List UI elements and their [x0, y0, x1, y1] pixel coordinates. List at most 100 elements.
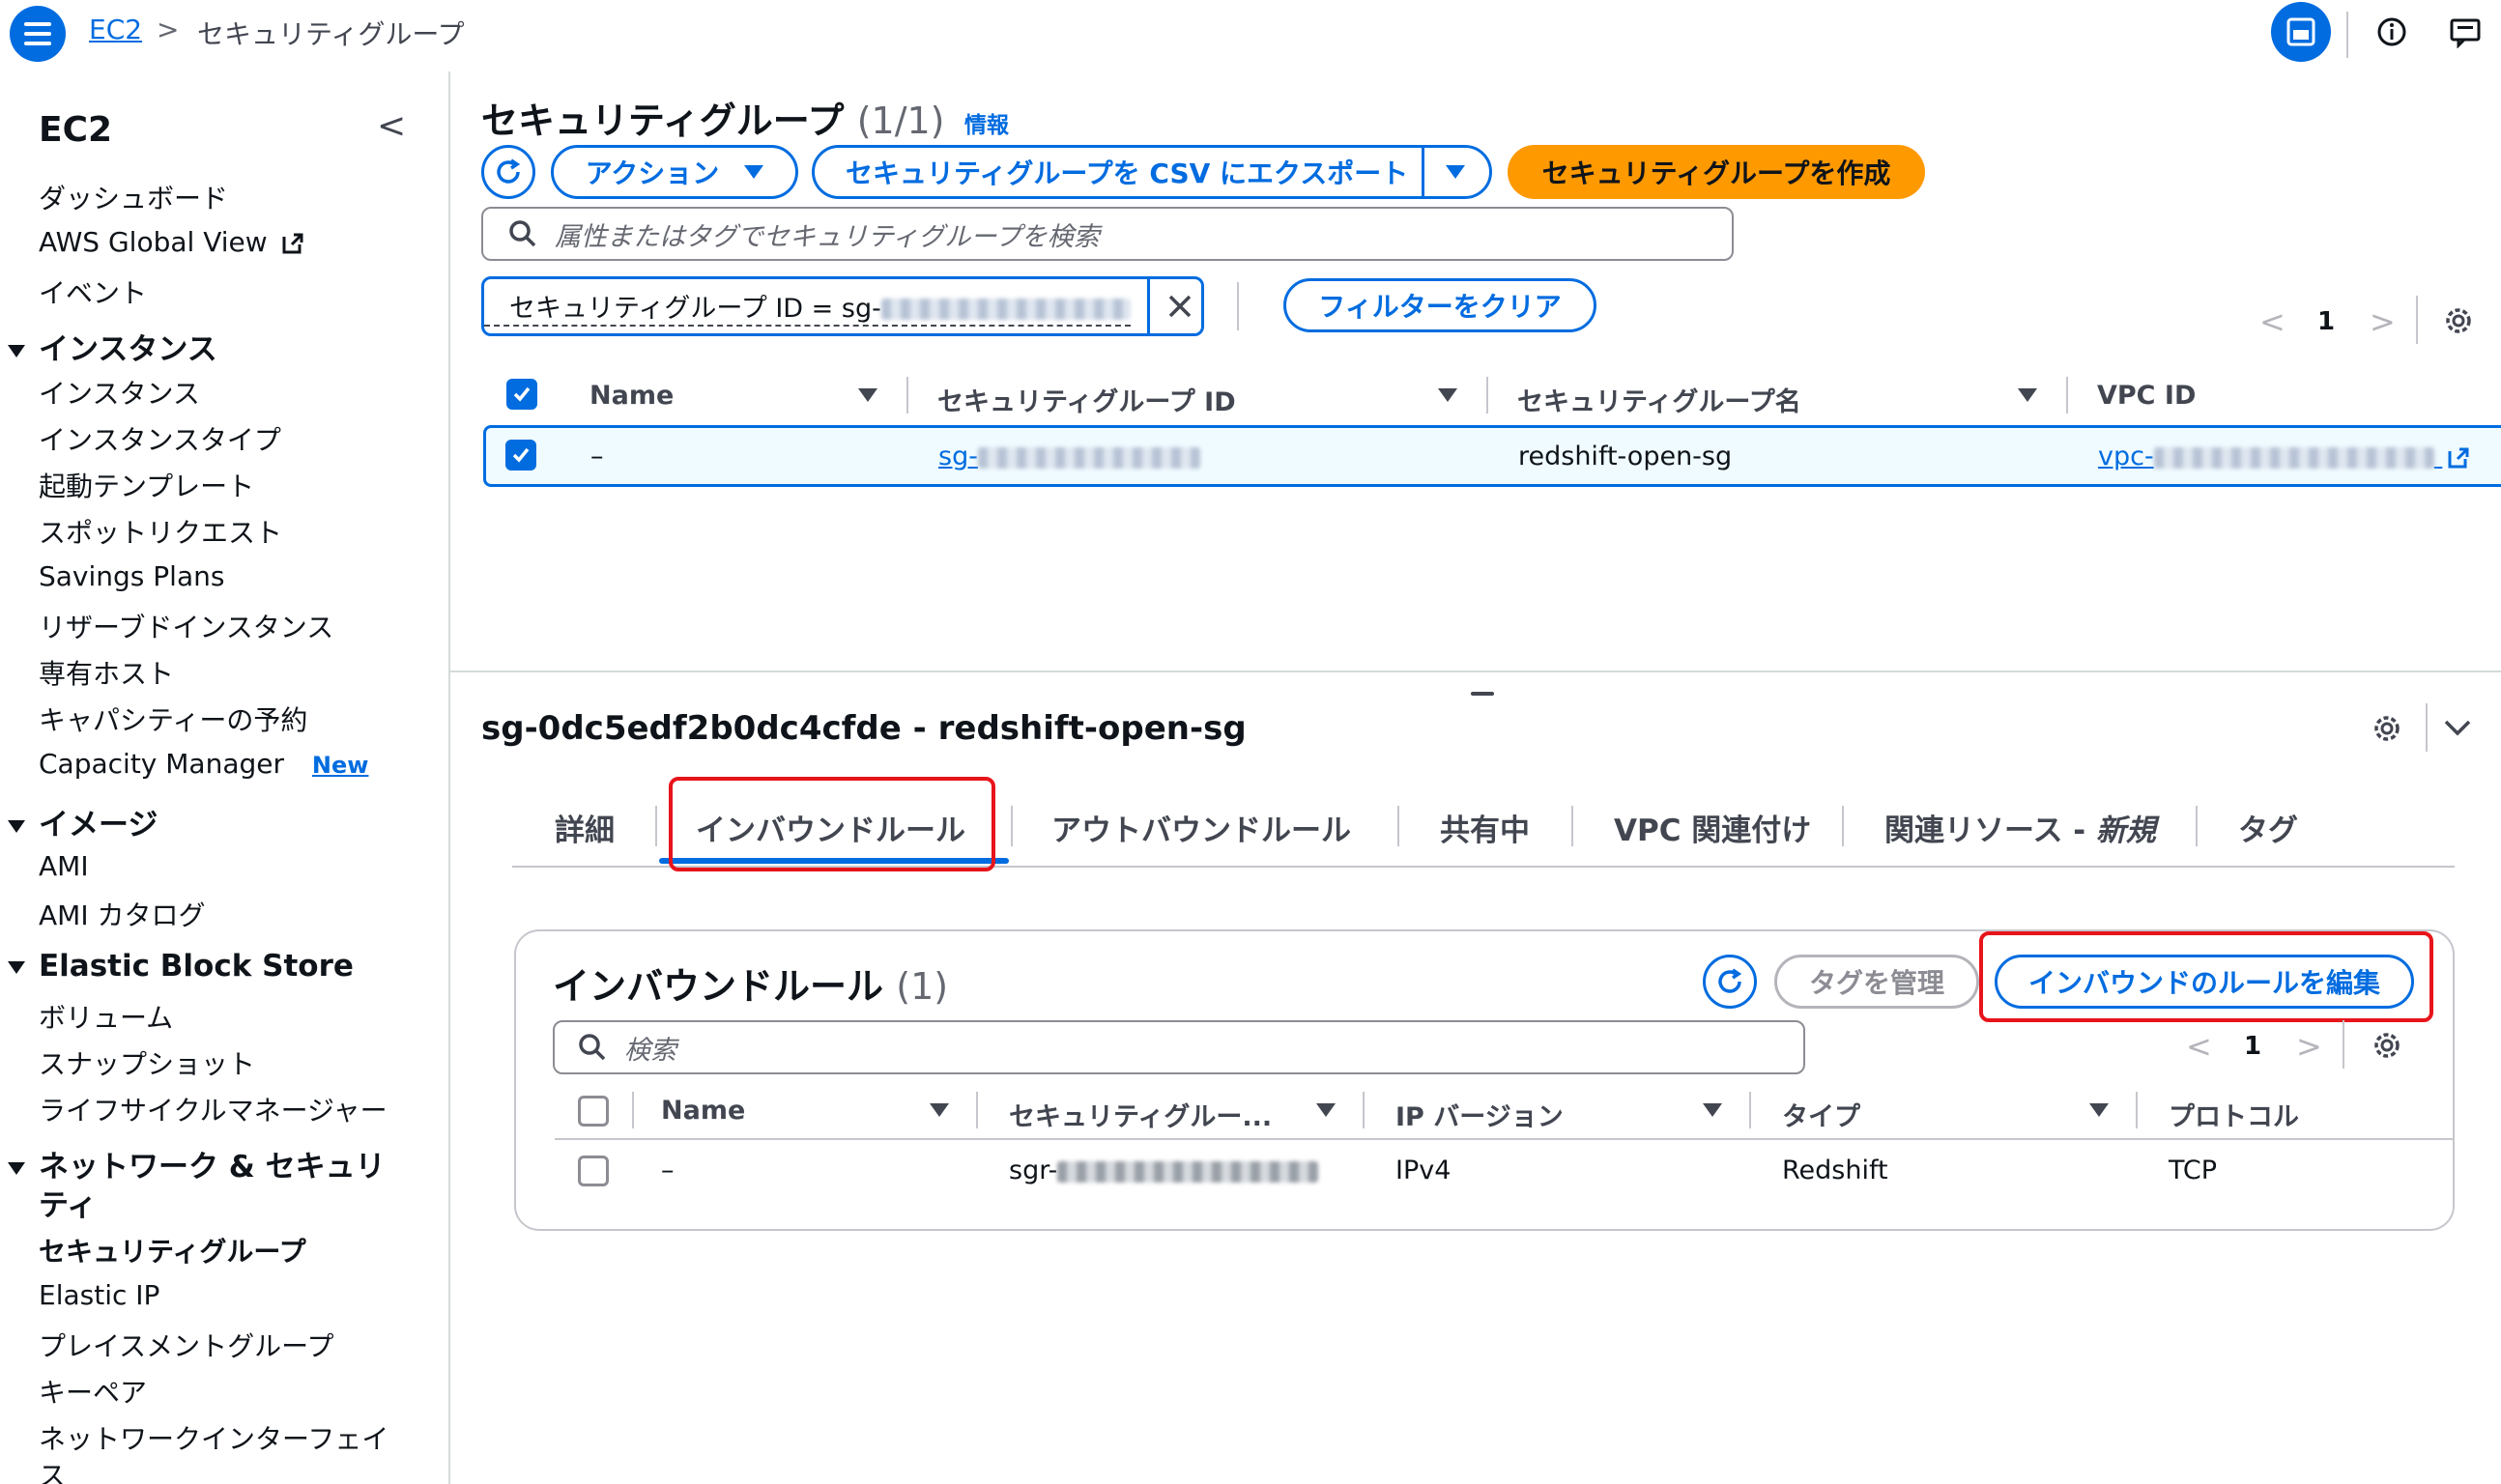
settings-gear-icon[interactable]	[2441, 303, 2476, 338]
remove-filter-icon[interactable]	[1164, 291, 1195, 322]
sidebar-section-images[interactable]: イメージ	[8, 800, 158, 843]
column-header-sg-name[interactable]: セキュリティグループ名	[1517, 381, 1801, 418]
breadcrumb-ec2[interactable]: EC2	[89, 14, 142, 45]
detail-title: sg-0dc5edf2b0dc4cfde - redshift-open-sg	[481, 709, 1247, 748]
tab-details[interactable]: 詳細	[555, 806, 615, 849]
split-panel-icon[interactable]	[2271, 2, 2331, 62]
actions-button[interactable]: アクション	[551, 145, 798, 199]
sort-caret-icon[interactable]	[858, 388, 877, 402]
row-checkbox[interactable]	[578, 1156, 609, 1186]
sidebar-item-elastic-ip[interactable]: Elastic IP	[39, 1279, 159, 1311]
column-header-rule-id[interactable]: セキュリティグルー...	[1009, 1096, 1272, 1133]
row-checkbox[interactable]	[505, 440, 536, 471]
column-divider[interactable]	[2136, 1092, 2138, 1128]
sidebar-item-ami-catalog[interactable]: AMI カタログ	[39, 895, 205, 933]
row-vpc-link[interactable]: vpc-	[2098, 442, 2471, 471]
sidebar-section-ebs[interactable]: Elastic Block Store	[8, 949, 354, 984]
column-divider[interactable]	[1363, 1092, 1365, 1128]
external-link-icon	[282, 233, 303, 254]
sidebar-item-instances[interactable]: インスタンス	[39, 373, 200, 412]
column-header-vpc-id[interactable]: VPC ID	[2097, 381, 2196, 411]
sidebar-item-volumes[interactable]: ボリューム	[39, 997, 173, 1036]
table-row[interactable]: – sg- redshift-open-sg vpc-	[483, 425, 2501, 487]
sidebar-item-spot-requests[interactable]: スポットリクエスト	[39, 512, 282, 551]
sidebar-item-reserved-instances[interactable]: リザーブドインスタンス	[39, 607, 333, 645]
tab-outbound-rules[interactable]: アウトバウンドルール	[1051, 806, 1351, 849]
chevron-down-icon[interactable]	[2441, 715, 2474, 740]
sort-caret-icon[interactable]	[2018, 388, 2037, 402]
sidebar-item-snapshots[interactable]: スナップショット	[39, 1043, 255, 1082]
select-all-checkbox[interactable]	[578, 1096, 609, 1127]
sidebar-item-network-interfaces[interactable]: ネットワークインターフェイ	[39, 1418, 388, 1457]
inbound-search-input[interactable]: 検索	[553, 1020, 1805, 1074]
sidebar-item-dashboard[interactable]: ダッシュボード	[39, 178, 228, 216]
inbound-refresh-button[interactable]	[1703, 955, 1757, 1009]
sidebar-item-ami[interactable]: AMI	[39, 850, 89, 882]
sidebar-section-instances[interactable]: インスタンス	[8, 325, 217, 368]
search-icon	[509, 220, 536, 247]
sidebar-item-launch-templates[interactable]: 起動テンプレート	[39, 466, 254, 504]
row-sg-name: redshift-open-sg	[1518, 442, 1733, 471]
highlight-inbound-tab	[669, 777, 995, 871]
sidebar-item-placement-groups[interactable]: プレイスメントグループ	[39, 1326, 333, 1364]
sidebar-section-network[interactable]: ネットワーク & セキュリ	[8, 1142, 386, 1185]
column-header-ip-version[interactable]: IP バージョン	[1395, 1096, 1564, 1133]
tab-vpc-associations[interactable]: VPC 関連付け	[1614, 806, 1811, 849]
column-header-sg-id[interactable]: セキュリティグループ ID	[937, 381, 1236, 418]
prev-page-icon[interactable]: <	[2259, 303, 2285, 340]
refresh-icon	[1718, 968, 1742, 993]
sidebar-item-savings-plans[interactable]: Savings Plans	[39, 560, 224, 592]
sidebar-item-global-view[interactable]: AWS Global View	[39, 226, 305, 258]
page-number[interactable]: 1	[2317, 307, 2335, 336]
column-header-type[interactable]: タイプ	[1782, 1096, 1860, 1133]
sidebar-item-capacity-reservations[interactable]: キャパシティーの予約	[39, 699, 307, 738]
sidebar-item-security-groups[interactable]: セキュリティグループ	[39, 1231, 306, 1270]
sg-search-input[interactable]: 属性またはタグでセキュリティグループを検索	[481, 207, 1734, 261]
resize-handle[interactable]	[1471, 692, 1494, 696]
column-divider[interactable]	[906, 377, 908, 414]
tab-sharing[interactable]: 共有中	[1440, 806, 1530, 849]
row-sg-id-link[interactable]: sg-	[938, 442, 1200, 471]
sort-caret-icon[interactable]	[2089, 1103, 2109, 1117]
divider	[2343, 1020, 2344, 1069]
column-divider[interactable]	[1486, 377, 1488, 414]
sidebar-item-key-pairs[interactable]: キーペア	[39, 1372, 147, 1411]
column-header-name[interactable]: Name	[661, 1096, 745, 1126]
sidebar-item-lifecycle-manager[interactable]: ライフサイクルマネージャー	[39, 1090, 388, 1128]
export-csv-button[interactable]: セキュリティグループを CSV にエクスポート	[812, 145, 1492, 199]
sidebar-item-events[interactable]: イベント	[39, 272, 147, 311]
sort-caret-icon[interactable]	[1703, 1103, 1722, 1117]
next-page-icon[interactable]: >	[2296, 1028, 2322, 1065]
column-divider[interactable]	[1749, 1092, 1751, 1128]
sort-caret-icon[interactable]	[1316, 1103, 1336, 1117]
sidebar-item-capacity-manager[interactable]: Capacity Manager New	[39, 748, 368, 780]
clear-filters-button[interactable]: フィルターをクリア	[1283, 278, 1596, 332]
column-divider[interactable]	[2066, 377, 2068, 414]
column-header-name[interactable]: Name	[589, 381, 674, 411]
feedback-icon[interactable]	[2435, 2, 2495, 62]
tab-tags[interactable]: タグ	[2238, 806, 2298, 849]
manage-tags-button[interactable]: タグを管理	[1774, 955, 1979, 1009]
settings-gear-icon[interactable]	[2370, 1028, 2404, 1063]
column-header-protocol[interactable]: プロトコル	[2169, 1096, 2299, 1133]
sort-caret-icon[interactable]	[930, 1103, 949, 1117]
refresh-button[interactable]	[481, 145, 535, 199]
column-divider[interactable]	[976, 1092, 978, 1128]
create-security-group-button[interactable]: セキュリティグループを作成	[1508, 145, 1925, 199]
tab-related-resources[interactable]: 関連リソース - 新規	[1884, 806, 2156, 849]
export-dropdown-icon[interactable]	[1446, 165, 1465, 179]
sidebar-item-instance-types[interactable]: インスタンスタイプ	[39, 419, 281, 458]
sidebar-item-dedicated-hosts[interactable]: 専有ホスト	[39, 653, 174, 692]
settings-gear-icon[interactable]	[2370, 711, 2404, 746]
info-link[interactable]: 情報	[964, 106, 1009, 139]
filter-token-label[interactable]: セキュリティグループ ID = sg-	[484, 287, 1131, 327]
prev-page-icon[interactable]: <	[2186, 1028, 2212, 1065]
info-icon[interactable]	[2362, 2, 2422, 62]
divider	[2426, 703, 2428, 752]
sort-caret-icon[interactable]	[1438, 388, 1457, 402]
select-all-checkbox[interactable]	[506, 379, 537, 410]
page-number[interactable]: 1	[2244, 1032, 2261, 1061]
collapse-sidebar-icon[interactable]: <	[377, 106, 406, 146]
menu-icon[interactable]	[10, 6, 66, 62]
next-page-icon[interactable]: >	[2370, 303, 2396, 340]
